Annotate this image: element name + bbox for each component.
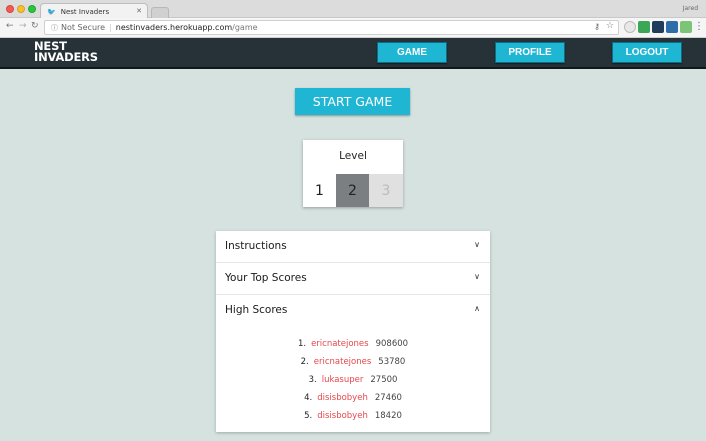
game-nav-button[interactable]: GAME [377,42,447,63]
score-rank: 5. [304,411,313,421]
score-username-link[interactable]: ericnatejones [311,339,369,349]
logo-line-2: INVADERS [34,50,98,64]
extension-navy-icon[interactable] [652,21,664,33]
extension-leaf-icon[interactable] [680,21,692,33]
chevron-down-icon: ∨ [474,272,480,281]
start-game-button[interactable]: START GAME [295,88,410,115]
browser-user-name[interactable]: Jared [683,5,698,12]
score-value: 53780 [378,357,406,367]
score-value: 908600 [375,339,409,349]
tab-title: Nest Invaders [60,7,110,16]
score-rank: 3. [308,375,317,385]
chevron-down-icon: ∨ [474,240,480,249]
score-row: 2. ericnatejones 53780 [216,353,490,371]
nest-invaders-logo[interactable]: NEST INVADERS [34,40,98,64]
maximize-window-button[interactable] [28,5,36,13]
profile-nav-button[interactable]: PROFILE [495,42,565,63]
score-username-link[interactable]: disisbobyeh [317,393,368,403]
score-username-link[interactable]: disisbobyeh [317,411,368,421]
logout-nav-button[interactable]: LOGOUT [612,42,682,63]
close-window-button[interactable] [6,5,14,13]
url-separator: | [109,23,112,32]
info-accordion: Instructions ∨ Your Top Scores ∨ High Sc… [216,231,490,432]
chevron-up-icon: ∧ [474,304,480,313]
browser-toolbar: ← → ↻ ⓘ Not Secure | nestinvaders.heroku… [0,18,706,38]
level-title: Level [339,150,367,162]
level-option-3-disabled: 3 [369,174,403,207]
browser-tab[interactable]: 🐦 Nest Invaders ✕ [40,3,148,19]
extension-circle-icon[interactable] [624,21,636,33]
forward-arrow-icon[interactable]: → [19,21,27,31]
minimize-window-button[interactable] [17,5,25,13]
instructions-label: Instructions [225,240,287,252]
top-scores-label: Your Top Scores [225,272,307,284]
app-header: NEST INVADERS GAME PROFILE LOGOUT [0,38,706,69]
score-row: 5. disisbobyeh 18420 [216,407,490,425]
high-scores-panel-header[interactable]: High Scores ∧ [216,295,490,327]
bird-favicon-icon: 🐦 [47,7,56,16]
address-bar[interactable]: ⓘ Not Secure | nestinvaders.herokuapp.co… [44,20,619,35]
high-scores-label: High Scores [225,304,288,316]
url-path: /game [232,23,258,32]
score-username-link[interactable]: ericnatejones [314,357,372,367]
back-arrow-icon[interactable]: ← [6,21,14,31]
score-value: 27500 [370,375,398,385]
score-row: 4. disisbobyeh 27460 [216,389,490,407]
url-domain: nestinvaders.herokuapp.com [115,23,233,32]
score-username-link[interactable]: lukasuper [322,375,364,385]
level-option-1[interactable]: 1 [303,174,336,207]
level-option-2-selected[interactable]: 2 [336,174,369,207]
score-value: 27460 [374,393,402,403]
score-rank: 1. [297,339,307,349]
score-rank: 2. [300,357,309,367]
score-rank: 4. [304,393,313,403]
browser-menu-icon[interactable]: ⋮ [694,21,704,33]
extension-green-icon[interactable] [638,21,650,33]
tab-close-icon[interactable]: ✕ [136,7,142,15]
browser-titlebar: 🐦 Nest Invaders ✕ Jared [0,0,706,19]
info-icon[interactable]: ⓘ [51,23,58,33]
extension-blue-icon[interactable] [666,21,678,33]
reload-icon[interactable]: ↻ [31,21,39,31]
key-icon[interactable]: ⚷ [594,22,600,31]
high-scores-list: 1. ericnatejones 908600 2. ericnatejones… [216,335,490,425]
level-selector: Level 1 2 3 [303,140,403,207]
bookmark-star-icon[interactable]: ☆ [606,21,614,31]
score-row: 3. lukasuper 27500 [216,371,490,389]
security-status: Not Secure [61,23,106,32]
instructions-panel-header[interactable]: Instructions ∨ [216,231,490,263]
score-value: 18420 [374,411,402,421]
score-row: 1. ericnatejones 908600 [216,335,490,353]
new-tab-button[interactable] [151,7,169,18]
top-scores-panel-header[interactable]: Your Top Scores ∨ [216,263,490,295]
